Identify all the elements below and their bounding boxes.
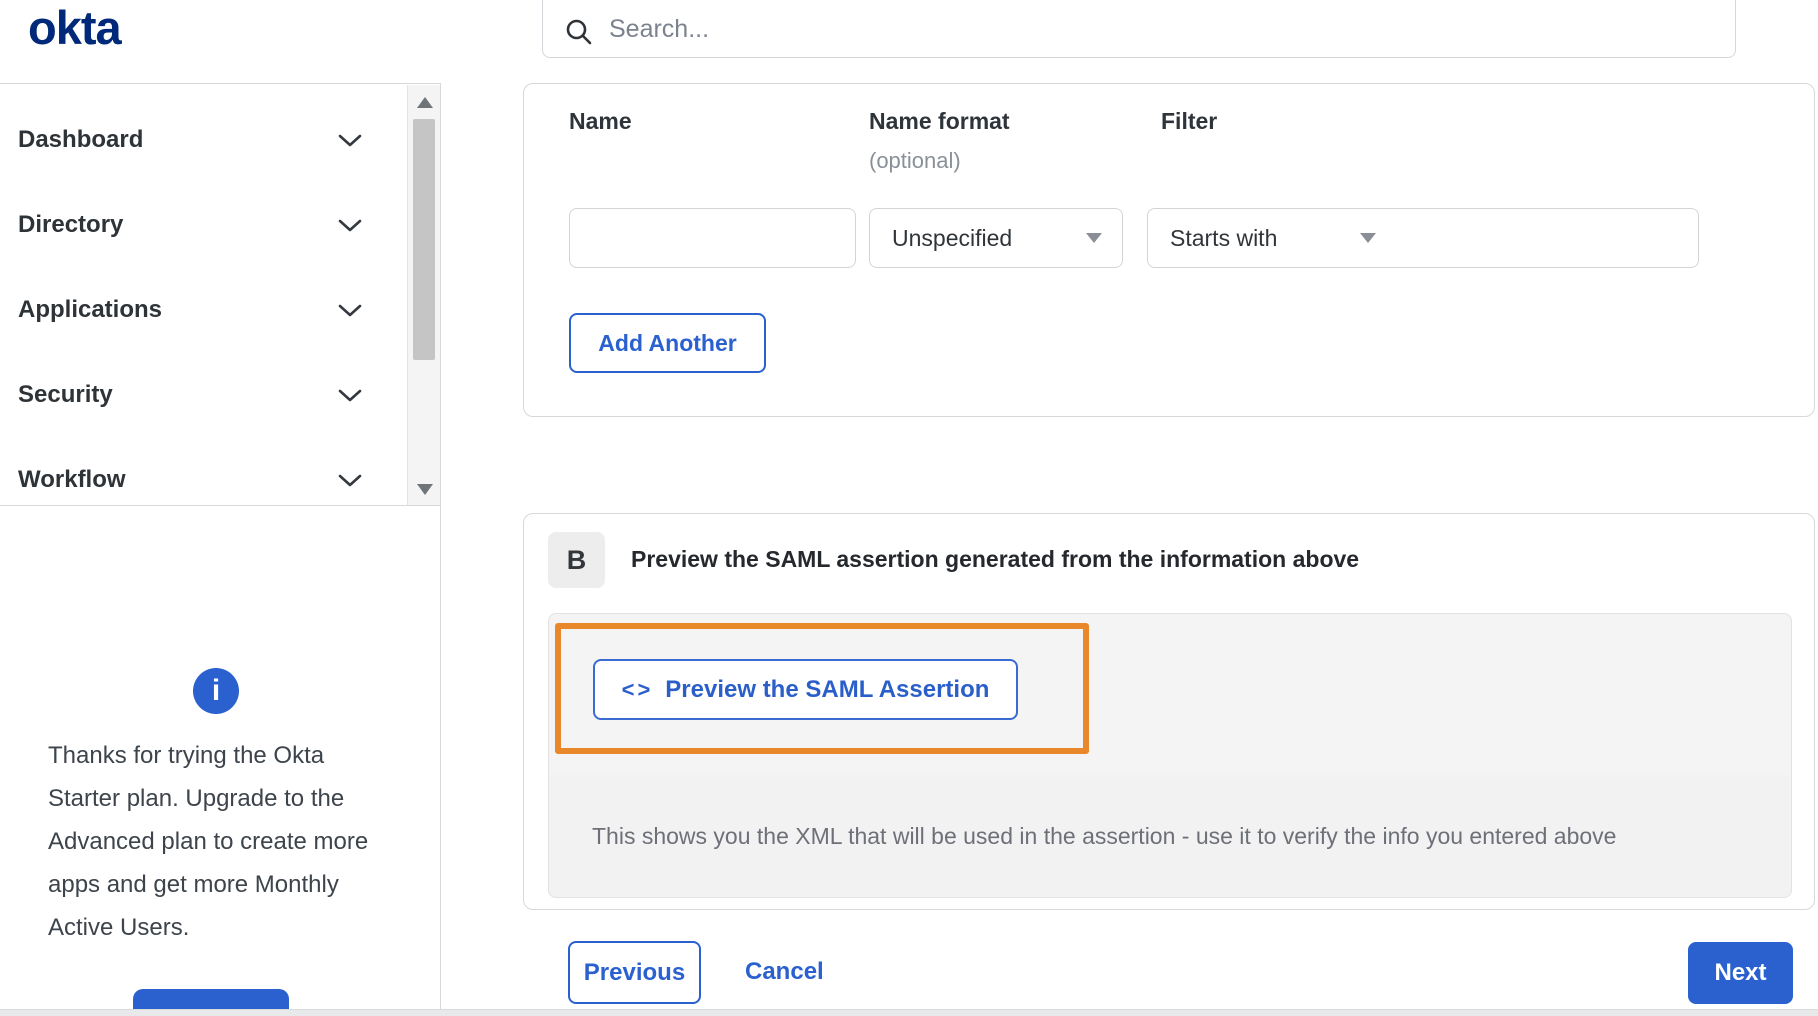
next-button[interactable]: Next xyxy=(1688,942,1793,1004)
sidebar-item-applications[interactable]: Applications xyxy=(0,280,406,340)
code-icon: <> xyxy=(621,676,654,702)
name-format-selected-value: Unspecified xyxy=(892,224,1013,251)
sidebar-item-dashboard[interactable]: Dashboard xyxy=(0,110,406,170)
scrollbar-thumb[interactable] xyxy=(413,119,435,360)
chevron-down-icon xyxy=(338,219,362,231)
sidebar-item-workflow[interactable]: Workflow xyxy=(0,450,406,510)
add-another-button[interactable]: Add Another xyxy=(569,313,766,373)
saml-preview-card: B Preview the SAML assertion generated f… xyxy=(523,513,1815,910)
preview-saml-assertion-button[interactable]: <> Preview the SAML Assertion xyxy=(593,659,1018,720)
preview-section-title: Preview the SAML assertion generated fro… xyxy=(631,546,1360,572)
chevron-down-icon xyxy=(338,474,362,486)
filter-type-selected-value: Starts with xyxy=(1170,224,1278,251)
optional-label: (optional) xyxy=(869,148,961,173)
preview-action-panel: <> Preview the SAML Assertion xyxy=(548,613,1792,776)
dropdown-arrow-icon xyxy=(1086,233,1102,243)
sidebar-item-security[interactable]: Security xyxy=(0,365,406,425)
name-format-select[interactable]: Unspecified xyxy=(869,208,1123,268)
step-b-badge: B xyxy=(548,532,605,588)
filter-value-input[interactable] xyxy=(1396,208,1699,268)
filter-column-label: Filter xyxy=(1161,108,1218,134)
previous-button[interactable]: Previous xyxy=(568,941,701,1004)
sidebar-item-label: Directory xyxy=(18,211,124,238)
sidebar-menu: Dashboard Directory Applications Securit… xyxy=(0,84,440,506)
sidebar-scrollbar[interactable] xyxy=(407,85,440,505)
preview-help-panel: This shows you the XML that will be used… xyxy=(548,775,1792,898)
sidebar-item-label: Applications xyxy=(18,296,163,323)
scroll-down-icon[interactable] xyxy=(417,484,433,495)
filter-type-select[interactable]: Starts with xyxy=(1147,208,1397,268)
cancel-link[interactable]: Cancel xyxy=(745,958,824,986)
info-icon: i xyxy=(193,668,239,714)
search-input[interactable] xyxy=(609,12,1609,46)
scroll-up-icon[interactable] xyxy=(417,97,433,108)
global-search[interactable] xyxy=(542,0,1736,58)
name-format-column-label: Name format xyxy=(869,108,1010,134)
okta-admin-screen: okta Dashboard Directory Applications Se… xyxy=(0,0,1818,1016)
trial-promo-text: Thanks for trying the Okta Starter plan.… xyxy=(48,742,369,941)
preview-button-label: Preview the SAML Assertion xyxy=(665,675,990,703)
bottom-edge-strip xyxy=(0,1009,1818,1016)
name-column-label: Name xyxy=(569,108,632,134)
attribute-name-input[interactable] xyxy=(569,208,856,268)
sidebar-item-label: Workflow xyxy=(18,466,126,493)
sidebar-item-label: Dashboard xyxy=(18,126,144,153)
preview-help-text: This shows you the XML that will be used… xyxy=(592,822,1617,849)
sidebar-item-label: Security xyxy=(18,381,113,408)
chevron-down-icon xyxy=(338,134,362,146)
sidebar: Dashboard Directory Applications Securit… xyxy=(0,83,441,1016)
sidebar-item-directory[interactable]: Directory xyxy=(0,195,406,255)
okta-logo: okta xyxy=(28,1,122,54)
search-icon xyxy=(566,19,592,45)
dropdown-arrow-icon xyxy=(1360,233,1376,243)
chevron-down-icon xyxy=(338,304,362,316)
attribute-statements-card: Name Name format (optional) Filter Unspe… xyxy=(523,83,1815,417)
chevron-down-icon xyxy=(338,389,362,401)
